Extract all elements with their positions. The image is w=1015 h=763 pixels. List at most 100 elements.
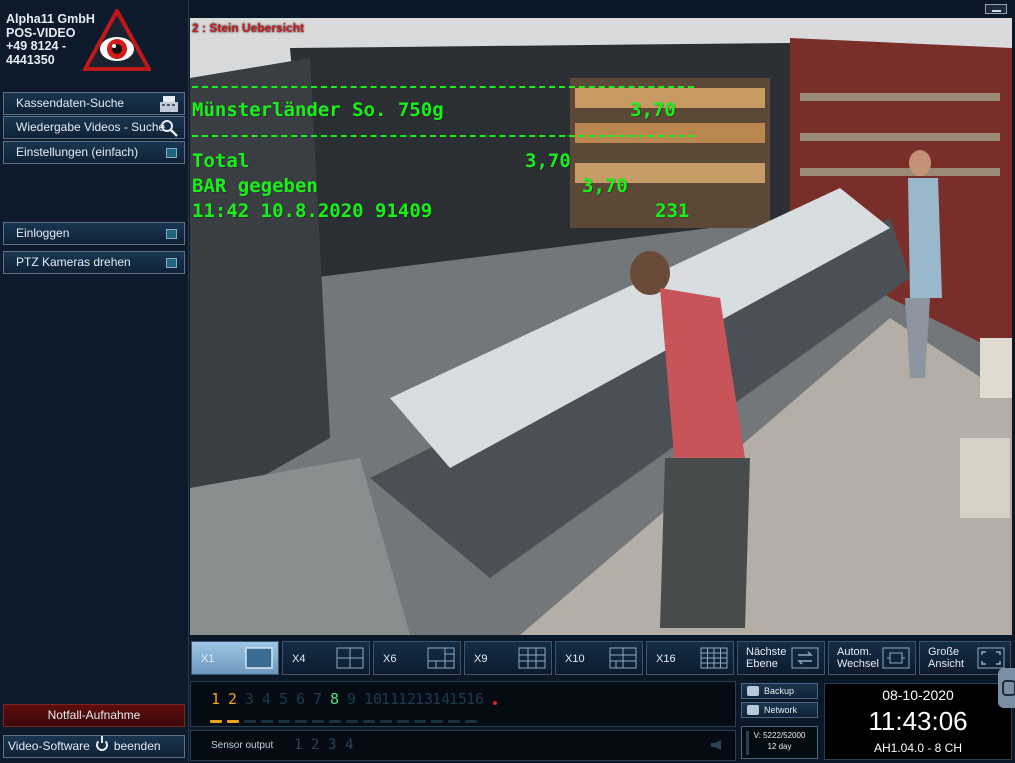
channel-2[interactable]: 2 — [228, 690, 237, 708]
camera-video-view[interactable]: 2 : Stein Uebersicht Münsterländer So. 7… — [190, 18, 1012, 635]
sensor-output-panel: Sensor output 1 2 3 4 — [190, 730, 736, 761]
emergency-recording-button[interactable]: Notfall-Aufnahme — [3, 704, 185, 727]
disk-days-text: 12 day — [767, 742, 792, 751]
speaker-icon[interactable] — [711, 740, 721, 750]
emergency-label: Notfall-Aufnahme — [47, 708, 141, 722]
channel-12-indicator — [397, 720, 409, 723]
channel-11-indicator — [380, 720, 392, 723]
pos-cash-label: BAR gegeben — [192, 175, 318, 197]
layout-x16-button[interactable]: X16 — [646, 641, 734, 675]
sensor-output-1[interactable]: 1 — [294, 737, 302, 753]
layout-x1-button[interactable]: X1 — [191, 641, 279, 675]
record-indicator — [493, 701, 497, 705]
layout-toolbar: X1 X4 X6 X9 X10 X16 Nächste Ebene Autom.… — [189, 640, 1015, 678]
channel-6-indicator — [295, 720, 307, 723]
ptz-cameras-button[interactable]: PTZ Kameras drehen — [3, 251, 185, 274]
sensor-output-4[interactable]: 4 — [345, 737, 353, 753]
channel-8[interactable]: 8 — [330, 690, 339, 708]
layout-x4-button[interactable]: X4 — [282, 641, 370, 675]
big-view-button[interactable]: Große Ansicht — [919, 641, 1011, 675]
channel-11[interactable]: 11 — [381, 690, 399, 708]
channel-4-indicator — [261, 720, 273, 723]
channel-6[interactable]: 6 — [296, 690, 305, 708]
channel-10[interactable]: 10 — [364, 690, 382, 708]
pos-receipt-info: 11:42 10.8.2020 91409 — [192, 200, 433, 222]
overlay-divider — [192, 86, 694, 88]
channel-7[interactable]: 7 — [313, 690, 322, 708]
grid-6-icon — [427, 647, 455, 669]
big-view-label: Große Ansicht — [928, 646, 965, 670]
backup-button[interactable]: Backup — [741, 683, 818, 699]
channel-9[interactable]: 9 — [347, 690, 356, 708]
network-label: Network — [764, 705, 798, 715]
single-grid-icon — [245, 647, 273, 669]
next-level-label: Nächste Ebene — [746, 646, 787, 670]
channel-3[interactable]: 3 — [245, 690, 254, 708]
layout-x9-button[interactable]: X9 — [464, 641, 552, 675]
magnifier-icon — [161, 120, 178, 137]
camera-label: 2 : Stein Uebersicht — [192, 21, 305, 35]
channel-13[interactable]: 13 — [415, 690, 433, 708]
sensor-output-2[interactable]: 2 — [311, 737, 319, 753]
next-level-button[interactable]: Nächste Ebene — [737, 641, 825, 675]
power-icon — [95, 736, 108, 751]
grid-16-icon — [700, 647, 728, 669]
channel-16-indicator — [465, 720, 477, 723]
square-icon — [166, 229, 177, 239]
channel-12[interactable]: 12 — [398, 690, 416, 708]
channel-5-indicator — [278, 720, 290, 723]
channel-5[interactable]: 5 — [279, 690, 288, 708]
exit-label-prefix: Video-Software — [8, 739, 90, 753]
pos-data-search-label: Kassendaten-Suche — [16, 96, 125, 110]
login-label: Einloggen — [16, 226, 70, 240]
company-logo: Alpha11 GmbH POS-VIDEO +49 8124 - 444135… — [5, 9, 185, 82]
layout-x4-label: X4 — [292, 653, 306, 665]
backup-label: Backup — [764, 686, 795, 696]
channel-13-indicator — [414, 720, 426, 723]
disk-usage-text: V: 5222/52000 — [753, 731, 806, 740]
side-panel-toggle[interactable] — [998, 668, 1015, 708]
playback-search-button[interactable]: Wiedergabe Videos - Suche — [3, 116, 185, 139]
version-info: AH1.04.0 - 8 CH — [873, 741, 963, 755]
channel-2-indicator — [227, 720, 239, 723]
eye-triangle-icon — [83, 9, 151, 71]
exit-software-button[interactable]: Video-Software beenden — [3, 735, 185, 758]
minimize-button[interactable] — [985, 4, 1007, 14]
channel-14-indicator — [431, 720, 443, 723]
channel-16[interactable]: 16 — [466, 690, 484, 708]
channel-14[interactable]: 14 — [432, 690, 450, 708]
layout-x6-button[interactable]: X6 — [373, 641, 461, 675]
layout-x10-button[interactable]: X10 — [555, 641, 643, 675]
auto-switch-button[interactable]: Autom. Wechsel — [828, 641, 916, 675]
clock-date: 08-10-2020 — [882, 687, 954, 703]
channel-1[interactable]: 1 — [211, 690, 220, 708]
disk-level-bar — [746, 731, 749, 755]
pos-video-app: Alpha11 GmbH POS-VIDEO +49 8124 - 444135… — [0, 0, 1015, 763]
network-button[interactable]: Network — [741, 702, 818, 718]
swap-arrows-icon — [791, 647, 819, 669]
square-icon — [166, 148, 177, 158]
grid-10-icon — [609, 647, 637, 669]
sensor-output-3[interactable]: 3 — [328, 737, 336, 753]
layout-x10-label: X10 — [565, 653, 585, 665]
channel-15-indicator — [448, 720, 460, 723]
channel-3-indicator — [244, 720, 256, 723]
login-button[interactable]: Einloggen — [3, 222, 185, 245]
layout-x1-label: X1 — [201, 653, 215, 665]
channel-indicator-strip: 1 2 3 4 5 6 7 8 9 10 11 12 13 14 15 16 — [190, 681, 736, 727]
layout-x16-label: X16 — [656, 653, 676, 665]
channel-4[interactable]: 4 — [262, 690, 271, 708]
pos-data-search-button[interactable]: Kassendaten-Suche — [3, 92, 185, 115]
pos-item-name: Münsterländer So. 750g — [192, 99, 444, 121]
channel-15[interactable]: 15 — [449, 690, 467, 708]
grid-4-icon — [336, 647, 364, 669]
layout-x6-label: X6 — [383, 653, 397, 665]
sensor-output-label: Sensor output — [211, 740, 274, 751]
settings-simple-button[interactable]: Einstellungen (einfach) — [3, 141, 185, 164]
channel-7-indicator — [312, 720, 324, 723]
sidebar: Alpha11 GmbH POS-VIDEO +49 8124 - 444135… — [0, 0, 189, 763]
channel-1-indicator — [210, 720, 222, 723]
auto-cycle-icon — [882, 647, 910, 669]
network-icon — [747, 705, 759, 715]
grid-9-icon — [518, 647, 546, 669]
